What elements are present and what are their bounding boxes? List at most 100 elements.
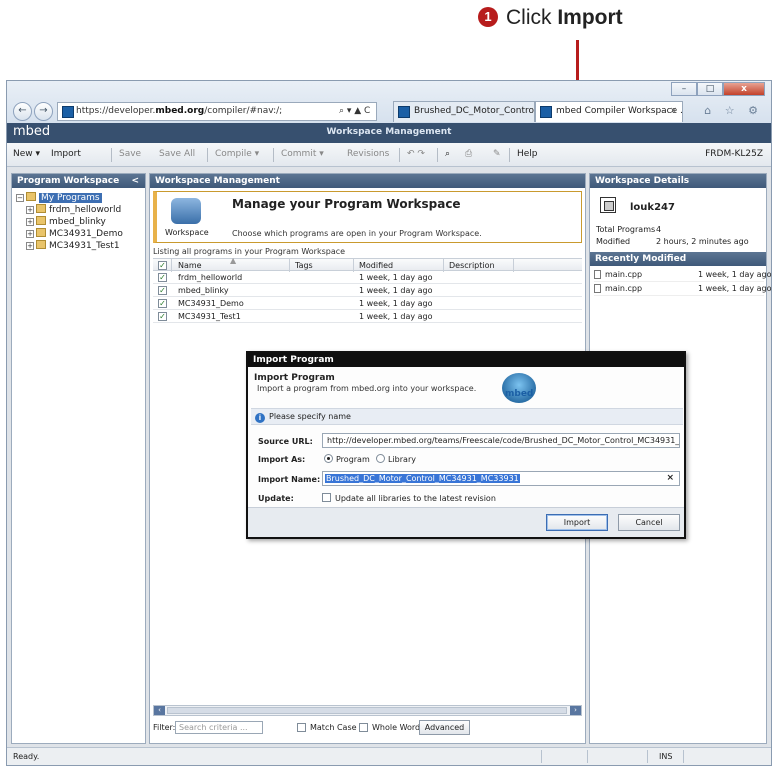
tree-item[interactable]: + mbed_blinky — [16, 216, 123, 228]
import-program-dialog: Import Program Import Program Import a p… — [246, 351, 686, 539]
collapse-icon[interactable]: − — [16, 194, 24, 202]
import-confirm-button[interactable]: Import — [546, 514, 608, 531]
table-row[interactable]: ✓ MC34931_Test1 1 week, 1 day ago — [153, 310, 582, 323]
address-controls-icon[interactable]: ⌕ ▾ ▲ C — [339, 106, 370, 116]
save-all-button[interactable]: Save All — [159, 149, 195, 159]
row-checkbox[interactable]: ✓ — [158, 299, 167, 308]
compile-button[interactable]: Compile ▾ — [215, 149, 259, 159]
column-header-name[interactable]: Name — [178, 261, 202, 270]
tree-root[interactable]: − My Programs — [16, 192, 123, 204]
column-header-description[interactable]: Description — [449, 261, 495, 270]
program-icon — [36, 216, 46, 225]
advanced-button[interactable]: Advanced — [419, 720, 470, 735]
filter-input[interactable]: Search criteria ... — [175, 721, 263, 734]
find-icon[interactable]: ⌕ — [445, 149, 450, 159]
tree-item[interactable]: + frdm_helloworld — [16, 204, 123, 216]
dialog-subheading: Import a program from mbed.org into your… — [257, 384, 477, 393]
tree-item[interactable]: + MC34931_Test1 — [16, 240, 123, 252]
total-programs-value: 4 — [656, 225, 662, 234]
username[interactable]: louk247 — [630, 202, 675, 213]
tree-item-label: mbed_blinky — [49, 217, 106, 227]
save-button[interactable]: Save — [119, 149, 141, 159]
row-checkbox[interactable]: ✓ — [158, 312, 167, 321]
compile-label: Compile — [215, 149, 252, 159]
modified-row: Modified 2 hours, 2 minutes ago — [596, 237, 749, 246]
tools-icon[interactable]: ✎ — [493, 149, 501, 159]
cancel-button[interactable]: Cancel — [618, 514, 680, 531]
scrollbar-thumb[interactable] — [167, 707, 567, 714]
browser-toolbar-icons[interactable]: ⌂ ☆ ⚙ — [704, 104, 763, 117]
callout-prefix: Click — [506, 6, 558, 29]
print-icon[interactable]: ⎙ — [465, 149, 472, 159]
update-libraries-option[interactable]: Update all libraries to the latest revis… — [322, 493, 496, 503]
horizontal-scrollbar[interactable]: ‹ › — [153, 705, 582, 716]
banner-subtitle: Choose which programs are open in your P… — [232, 229, 482, 238]
toolbar-divider — [273, 148, 274, 162]
dialog-footer: Import Cancel — [248, 507, 684, 537]
maximize-button[interactable]: □ — [697, 82, 723, 96]
recent-file-row[interactable]: main.cpp 1 week, 1 day ago — [594, 270, 772, 282]
expand-icon[interactable]: + — [26, 230, 34, 238]
callout-bold: Import — [557, 6, 623, 29]
table-row[interactable]: ✓ mbed_blinky 1 week, 1 day ago — [153, 284, 582, 297]
address-path: /compiler/#nav:/; — [204, 106, 283, 116]
tab-close-icon[interactable]: × — [669, 106, 677, 116]
library-radio[interactable]: Library — [376, 454, 416, 464]
table-row[interactable]: ✓ MC34931_Demo 1 week, 1 day ago — [153, 297, 582, 310]
close-window-button[interactable]: x — [723, 82, 765, 96]
program-radio[interactable]: Program — [324, 454, 370, 464]
clear-field-icon[interactable]: × — [666, 473, 674, 483]
select-all-checkbox[interactable]: ✓ — [158, 261, 167, 270]
info-text: Please specify name — [269, 412, 351, 421]
import-button[interactable]: Import — [51, 149, 81, 159]
program-workspace-header: Program Workspace < — [12, 174, 145, 188]
collapse-panel-icon[interactable]: < — [131, 176, 139, 186]
source-url-label: Source URL: — [258, 437, 313, 446]
recent-file-row[interactable]: main.cpp 1 week, 1 day ago — [594, 284, 772, 296]
table-header: ✓ Name ▲ Tags Modified Description — [153, 256, 582, 272]
row-checkbox[interactable]: ✓ — [158, 273, 167, 282]
toolbar-divider — [399, 148, 400, 162]
tree-item[interactable]: + MC34931_Demo — [16, 228, 123, 240]
undo-redo-icon[interactable]: ↶ ↷ — [407, 149, 425, 159]
scroll-left-icon[interactable]: ‹ — [154, 706, 165, 715]
import-name-field[interactable]: Brushed_DC_Motor_Control_MC34931_MC33931… — [322, 471, 680, 486]
browser-tab-compiler[interactable]: mbed Compiler Workspace ... × — [535, 101, 683, 122]
row-checkbox[interactable]: ✓ — [158, 286, 167, 295]
status-divider — [587, 750, 588, 763]
whole-word-checkbox[interactable] — [359, 723, 368, 732]
expand-icon[interactable]: + — [26, 242, 34, 250]
status-divider — [541, 750, 542, 763]
folder-icon — [26, 192, 36, 201]
match-case-checkbox[interactable] — [297, 723, 306, 732]
expand-icon[interactable]: + — [26, 218, 34, 226]
back-button[interactable]: ← — [13, 102, 32, 121]
minimize-button[interactable]: – — [671, 82, 697, 96]
workspace-banner: Workspace Manage your Program Workspace … — [153, 191, 582, 243]
help-button[interactable]: Help — [517, 149, 538, 159]
scroll-right-icon[interactable]: › — [570, 706, 581, 715]
modified-label: Modified — [596, 237, 631, 246]
workspace-management-header: Workspace Management — [150, 174, 585, 188]
workspace-icon-label: Workspace — [165, 228, 209, 237]
expand-icon[interactable]: + — [26, 206, 34, 214]
status-divider — [647, 750, 648, 763]
revisions-button[interactable]: Revisions — [347, 149, 389, 159]
recent-file-time: 1 week, 1 day ago — [698, 270, 772, 279]
table-row[interactable]: ✓ frdm_helloworld 1 week, 1 day ago — [153, 271, 582, 284]
toolbar-divider — [111, 148, 112, 162]
commit-button[interactable]: Commit ▾ — [281, 149, 324, 159]
browser-tab-repo[interactable]: Brushed_DC_Motor_Control_M... — [393, 101, 535, 122]
source-url-field[interactable]: http://developer.mbed.org/teams/Freescal… — [322, 433, 680, 448]
tree-item-label: MC34931_Demo — [49, 229, 123, 239]
status-text: Ready. — [13, 752, 40, 761]
forward-button[interactable]: → — [34, 102, 53, 121]
column-header-modified[interactable]: Modified — [359, 261, 393, 270]
column-header-tags[interactable]: Tags — [295, 261, 313, 270]
new-button[interactable]: New ▾ — [13, 149, 40, 159]
sort-arrow-icon: ▲ — [230, 256, 237, 265]
address-bar[interactable]: https://developer.mbed.org/compiler/#nav… — [57, 102, 377, 121]
update-libraries-checkbox[interactable] — [322, 493, 331, 502]
instruction-callout: 1 Click Import — [478, 6, 623, 30]
platform-selector[interactable]: FRDM-KL25Z — [705, 149, 763, 159]
